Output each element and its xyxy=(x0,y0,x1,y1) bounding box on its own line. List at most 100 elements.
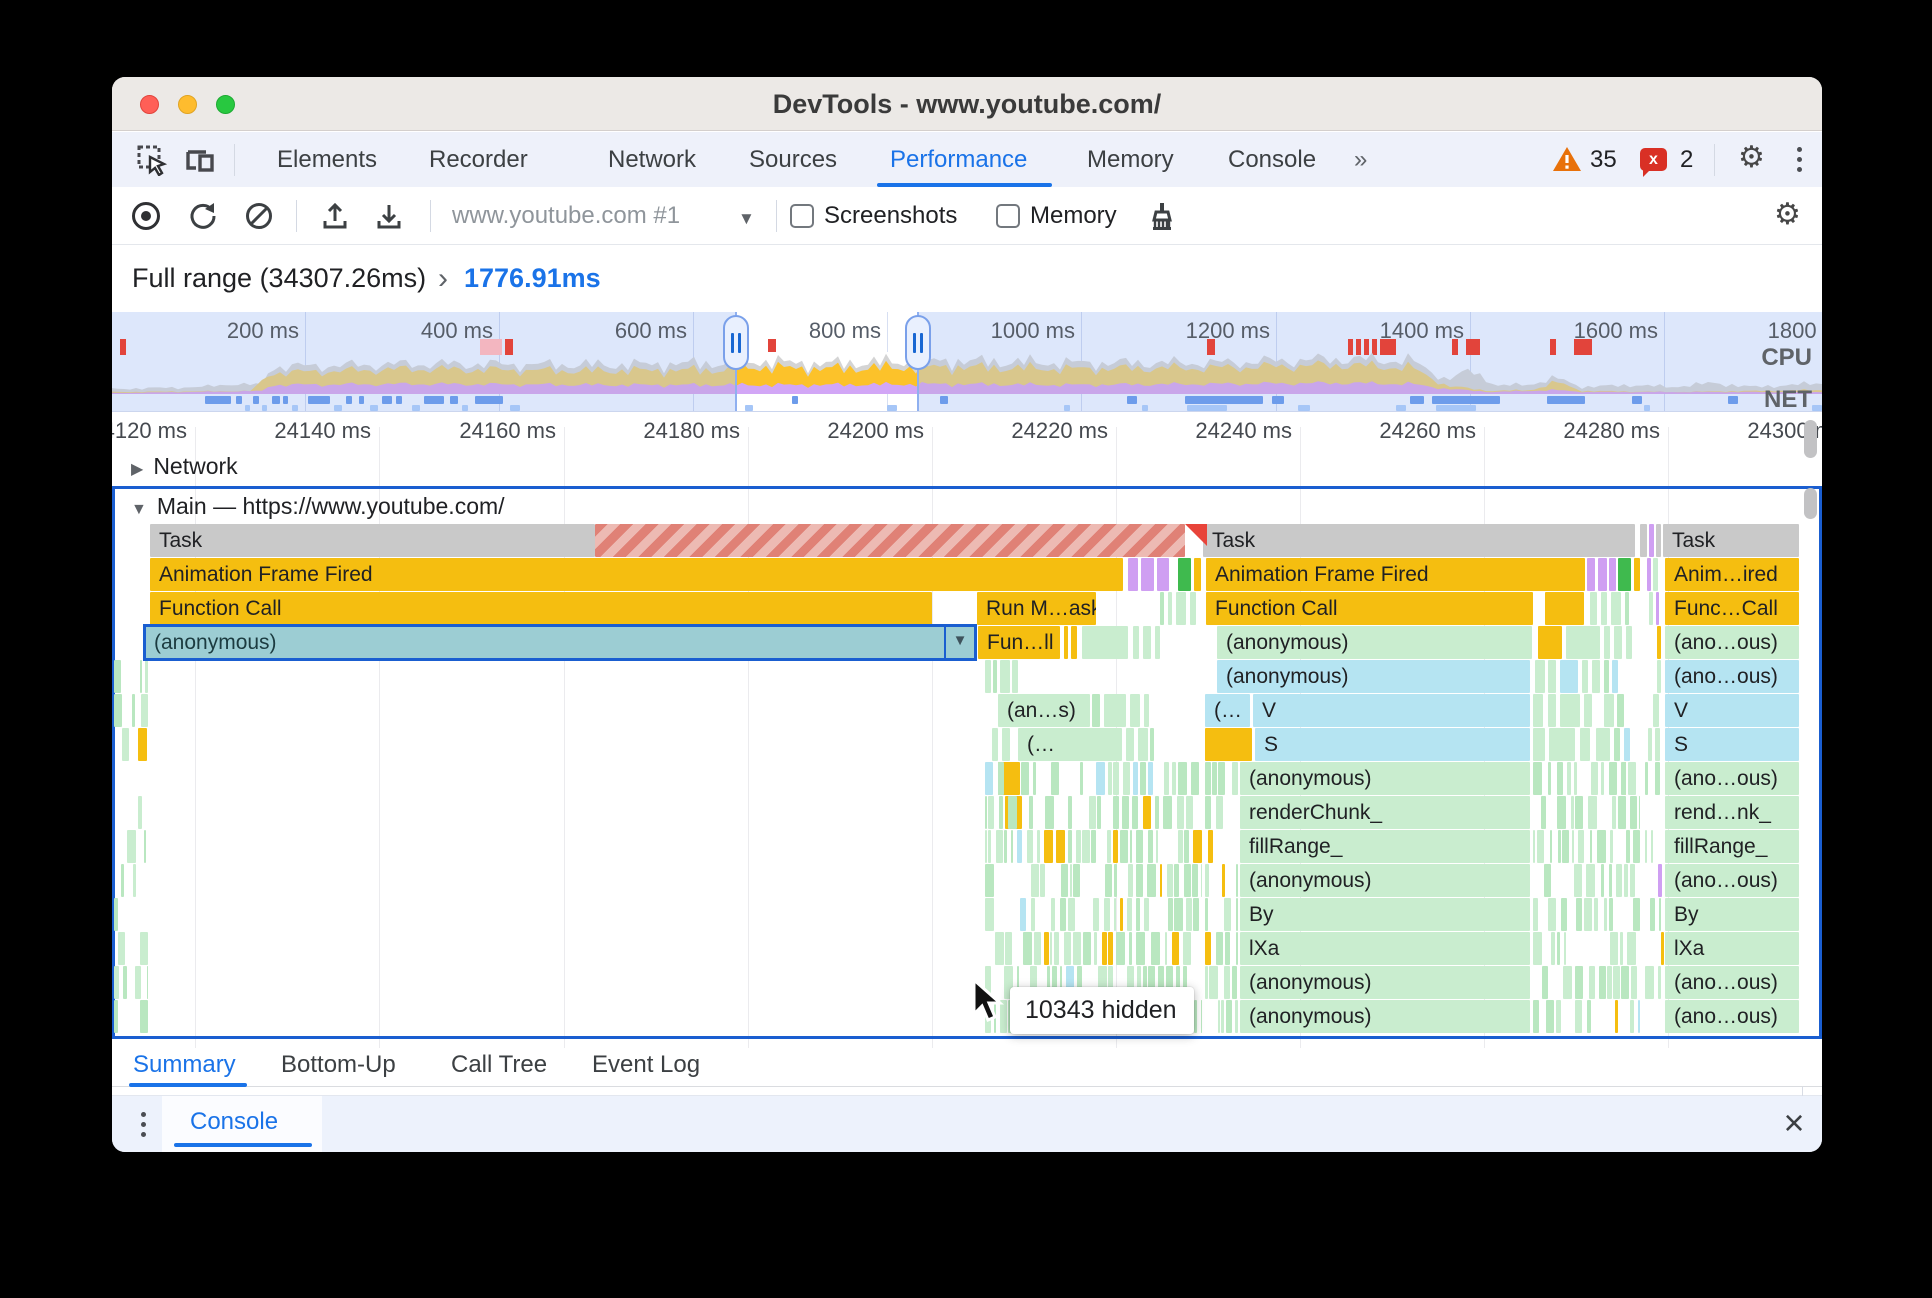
flame-sliver[interactable] xyxy=(145,660,148,693)
flame-sliver[interactable] xyxy=(985,796,987,829)
flame-sliver[interactable] xyxy=(1645,830,1647,863)
flame-bar[interactable] xyxy=(1649,592,1653,625)
flame-sliver[interactable] xyxy=(1626,830,1630,863)
flame-sliver[interactable] xyxy=(1631,966,1637,999)
flame-sliver[interactable] xyxy=(1031,864,1039,897)
flame-bar[interactable] xyxy=(1598,558,1607,591)
flame-bar[interactable] xyxy=(1071,626,1077,659)
flame-sliver[interactable] xyxy=(1659,898,1661,931)
flame-sliver[interactable] xyxy=(1113,830,1118,863)
flame-sliver[interactable] xyxy=(121,864,124,897)
flame-sliver[interactable] xyxy=(1638,1000,1640,1033)
flame-bar[interactable]: Task xyxy=(1203,524,1635,557)
flame-sliver[interactable] xyxy=(147,966,148,999)
flame-bar[interactable] xyxy=(1656,592,1659,625)
main-menu-icon[interactable] xyxy=(1796,147,1802,172)
flame-bar[interactable] xyxy=(1604,694,1614,727)
flame-sliver[interactable] xyxy=(1093,898,1099,931)
flame-bar[interactable]: (ano…ous) xyxy=(1665,864,1799,897)
flame-sliver[interactable] xyxy=(1558,830,1561,863)
flame-sliver[interactable] xyxy=(1023,932,1032,965)
flame-sliver[interactable] xyxy=(1037,830,1040,863)
flame-bar[interactable] xyxy=(1144,694,1149,727)
flame-bar[interactable] xyxy=(1549,728,1575,761)
flame-sliver[interactable] xyxy=(1091,830,1096,863)
flame-sliver[interactable] xyxy=(1029,796,1033,829)
flame-sliver[interactable] xyxy=(1044,830,1053,863)
flame-sliver[interactable] xyxy=(1008,796,1017,829)
flame-bar[interactable] xyxy=(1160,592,1164,625)
flame-sliver[interactable] xyxy=(1601,864,1604,897)
flame-sliver[interactable] xyxy=(1216,932,1223,965)
flame-sliver[interactable] xyxy=(135,966,141,999)
flame-bar[interactable]: Run M…asks xyxy=(977,592,1096,625)
target-select[interactable]: www.youtube.com #1 xyxy=(452,187,680,245)
flame-sliver[interactable] xyxy=(1548,898,1556,931)
reload-and-record-icon[interactable] xyxy=(188,201,218,231)
flame-bar[interactable] xyxy=(1582,660,1588,693)
flame-bar[interactable] xyxy=(1533,728,1545,761)
flame-bar[interactable] xyxy=(1609,558,1616,591)
flame-sliver[interactable] xyxy=(1108,932,1113,965)
flame-sliver[interactable] xyxy=(1051,762,1059,795)
flame-bar[interactable] xyxy=(1614,626,1622,659)
settings-gear-icon[interactable]: ⚙ xyxy=(1738,142,1770,174)
flame-bar[interactable] xyxy=(1612,660,1618,693)
flame-bar[interactable] xyxy=(1661,932,1664,965)
flame-bar[interactable] xyxy=(1150,728,1154,761)
flame-bar[interactable] xyxy=(1205,728,1252,761)
flame-bar[interactable] xyxy=(1535,660,1545,693)
flame-sliver[interactable] xyxy=(1004,830,1007,863)
flame-bar[interactable]: (anonymous) xyxy=(1240,966,1530,999)
flame-sliver[interactable] xyxy=(988,830,991,863)
flame-sliver[interactable] xyxy=(1044,932,1049,965)
flame-sliver[interactable] xyxy=(1564,932,1566,965)
flame-sliver[interactable] xyxy=(1216,796,1223,829)
flame-bar[interactable]: lXa xyxy=(1665,932,1799,965)
flame-sliver[interactable] xyxy=(1070,864,1072,897)
drawer-tab-console[interactable]: Console xyxy=(190,1096,278,1148)
flame-sliver[interactable] xyxy=(1225,932,1230,965)
flame-sliver[interactable] xyxy=(1174,864,1179,897)
flame-bar[interactable]: (ano…ous) xyxy=(1665,626,1799,659)
flame-sliver[interactable] xyxy=(985,898,994,931)
flame-sliver[interactable] xyxy=(1620,932,1623,965)
flame-sliver[interactable] xyxy=(1172,932,1179,965)
flame-sliver[interactable] xyxy=(999,796,1003,829)
flame-bar[interactable]: S xyxy=(1255,728,1530,761)
flame-sliver[interactable] xyxy=(1616,864,1622,897)
flame-bar[interactable] xyxy=(1657,660,1661,693)
flame-sliver[interactable] xyxy=(1148,830,1153,863)
flame-sliver[interactable] xyxy=(138,728,147,761)
flame-sliver[interactable] xyxy=(1584,898,1592,931)
flame-sliver[interactable] xyxy=(1205,966,1208,999)
flame-sliver[interactable] xyxy=(1097,796,1101,829)
flame-sliver[interactable] xyxy=(1591,762,1598,795)
flame-sliver[interactable] xyxy=(1096,762,1105,795)
flame-sliver[interactable] xyxy=(1068,898,1075,931)
flame-bar[interactable]: By xyxy=(1665,898,1799,931)
record-button[interactable] xyxy=(132,202,160,230)
selected-flame-bar[interactable]: (anonymous) ▼ xyxy=(143,624,977,661)
flame-sliver[interactable] xyxy=(114,660,121,693)
flame-bar[interactable] xyxy=(1648,728,1652,761)
flame-sliver[interactable] xyxy=(133,864,136,897)
flame-sliver[interactable] xyxy=(1557,762,1563,795)
flame-sliver[interactable] xyxy=(1130,830,1132,863)
flame-sliver[interactable] xyxy=(1151,932,1160,965)
flame-sliver[interactable] xyxy=(998,762,1004,795)
flame-sliver[interactable] xyxy=(1140,762,1146,795)
flame-sliver[interactable] xyxy=(1630,864,1635,897)
flame-sliver[interactable] xyxy=(1575,1000,1582,1033)
flame-sliver[interactable] xyxy=(1537,830,1544,863)
flame-bar[interactable] xyxy=(1126,728,1134,761)
flame-sliver[interactable] xyxy=(1586,864,1595,897)
close-drawer-icon[interactable]: × xyxy=(1770,1098,1818,1150)
flame-bar[interactable]: Function Call xyxy=(150,592,932,625)
tab-sources[interactable]: Sources xyxy=(749,132,837,187)
flame-sliver[interactable] xyxy=(1651,830,1653,863)
flame-sliver[interactable] xyxy=(1612,796,1616,829)
load-profile-icon[interactable] xyxy=(320,201,350,231)
flame-sliver[interactable] xyxy=(1594,898,1598,931)
flame-bar[interactable]: Function Call xyxy=(1206,592,1533,625)
